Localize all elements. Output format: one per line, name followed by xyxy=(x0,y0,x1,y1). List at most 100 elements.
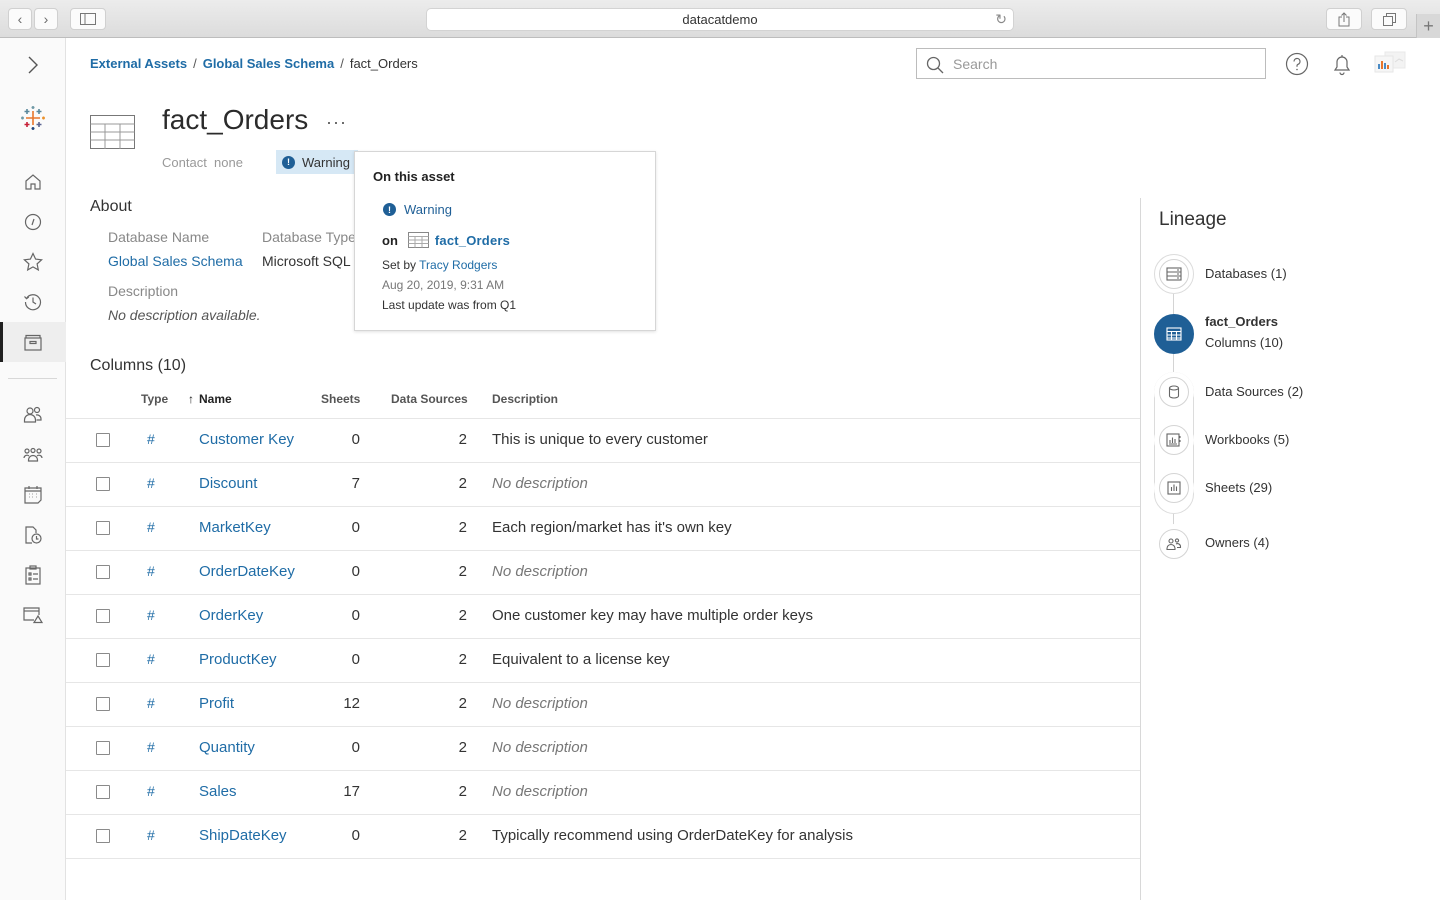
table-row[interactable]: # MarketKey 0 2 Each region/market has it's … xyxy=(66,507,1140,551)
row-checkbox[interactable] xyxy=(96,565,110,579)
header-data-sources[interactable]: Data Sources xyxy=(391,392,468,406)
address-bar[interactable]: datacatdemo ↻ xyxy=(426,8,1014,31)
row-checkbox[interactable] xyxy=(96,653,110,667)
lineage-owners-link[interactable]: Owners (4) xyxy=(1205,535,1269,550)
column-name-link[interactable]: Discount xyxy=(199,475,257,492)
lineage-data-sources-link[interactable]: Data Sources (2) xyxy=(1205,384,1303,399)
help-button[interactable] xyxy=(1285,52,1309,76)
set-by-user-link[interactable]: Tracy Rodgers xyxy=(419,258,497,272)
row-checkbox[interactable] xyxy=(96,477,110,491)
row-checkbox[interactable] xyxy=(96,697,110,711)
table-row[interactable]: # ProductKey 0 2 Equivalent to a license key xyxy=(66,639,1140,683)
nav-favorites[interactable] xyxy=(0,242,66,282)
column-name-link[interactable]: OrderDateKey xyxy=(199,563,295,580)
table-row[interactable]: # Profit 12 2 No description xyxy=(66,683,1140,727)
column-name-link[interactable]: Sales xyxy=(199,783,237,800)
sidebar-toggle-button[interactable] xyxy=(70,8,106,30)
user-avatar[interactable] xyxy=(1373,50,1409,78)
row-checkbox[interactable] xyxy=(96,785,110,799)
breadcrumb-external-assets[interactable]: External Assets xyxy=(90,56,187,71)
nav-home[interactable] xyxy=(0,162,66,202)
popover-set-by: Set by Tracy Rodgers xyxy=(382,258,497,272)
share-icon xyxy=(1338,11,1350,26)
nav-external-assets[interactable] xyxy=(0,322,66,362)
nav-explore[interactable] xyxy=(0,202,66,242)
breadcrumb-global-sales-schema[interactable]: Global Sales Schema xyxy=(203,56,335,71)
nav-groups[interactable] xyxy=(0,435,66,475)
warning-popover: On this asset ! Warning on fact_Orders S… xyxy=(354,151,656,331)
forward-button[interactable]: › xyxy=(34,8,58,30)
column-description: One customer key may have multiple order… xyxy=(492,607,813,624)
numeric-type-icon: # xyxy=(147,783,155,799)
lineage-node-current-table[interactable] xyxy=(1154,314,1194,354)
lineage-node-databases[interactable] xyxy=(1154,254,1194,294)
workbook-icon xyxy=(1166,433,1181,447)
bell-icon xyxy=(1333,55,1351,76)
users-icon xyxy=(1166,538,1182,551)
popover-warning-label: Warning xyxy=(404,202,452,217)
column-name-link[interactable]: Customer Key xyxy=(199,431,294,448)
column-name-link[interactable]: ProductKey xyxy=(199,651,277,668)
expand-nav-button[interactable] xyxy=(0,45,66,85)
nav-schedules[interactable] xyxy=(0,475,66,515)
column-data-sources-count: 2 xyxy=(458,475,467,492)
back-button[interactable]: ‹ xyxy=(8,8,32,30)
table-row[interactable]: # Quantity 0 2 No description xyxy=(66,727,1140,771)
share-button[interactable] xyxy=(1326,8,1362,30)
notifications-button[interactable] xyxy=(1330,52,1354,76)
row-checkbox[interactable] xyxy=(96,609,110,623)
popover-warning: ! Warning xyxy=(383,202,452,217)
header-type[interactable]: Type xyxy=(141,392,168,406)
table-row[interactable]: # Sales 17 2 No description xyxy=(66,771,1140,815)
nav-tasks[interactable] xyxy=(0,515,66,555)
tabs-overview-button[interactable] xyxy=(1371,8,1407,30)
column-data-sources-count: 2 xyxy=(458,563,467,580)
column-sheets-count: 0 xyxy=(351,651,360,668)
lineage-sheets-link[interactable]: Sheets (29) xyxy=(1205,480,1272,495)
reload-icon[interactable]: ↻ xyxy=(995,11,1007,28)
column-name-link[interactable]: ShipDateKey xyxy=(199,827,287,844)
lineage-heading: Lineage xyxy=(1159,209,1227,230)
nav-site-status[interactable] xyxy=(0,595,66,635)
numeric-type-icon: # xyxy=(147,651,155,667)
header-description[interactable]: Description xyxy=(492,392,558,406)
header-name[interactable]: Name xyxy=(199,392,232,406)
column-name-link[interactable]: OrderKey xyxy=(199,607,263,624)
tableau-logo[interactable] xyxy=(0,98,66,138)
column-name-link[interactable]: MarketKey xyxy=(199,519,271,536)
table-row[interactable]: # OrderKey 0 2 One customer key may have mul… xyxy=(66,595,1140,639)
more-actions-button[interactable]: ··· xyxy=(326,112,347,133)
sheet-chart-icon xyxy=(1167,481,1181,495)
lineage-current-columns[interactable]: Columns (10) xyxy=(1205,335,1283,350)
nav-recents[interactable] xyxy=(0,282,66,322)
lineage-databases-link[interactable]: Databases (1) xyxy=(1205,266,1287,281)
search-input[interactable]: Search xyxy=(916,48,1266,79)
table-row[interactable]: # Discount 7 2 No description xyxy=(66,463,1140,507)
row-checkbox[interactable] xyxy=(96,433,110,447)
database-name-link[interactable]: Global Sales Schema xyxy=(108,253,243,269)
table-row[interactable]: # Customer Key 0 2 This is unique to every c… xyxy=(66,419,1140,463)
row-checkbox[interactable] xyxy=(96,521,110,535)
column-name-link[interactable]: Profit xyxy=(199,695,234,712)
table-row[interactable]: # OrderDateKey 0 2 No description xyxy=(66,551,1140,595)
column-name-link[interactable]: Quantity xyxy=(199,739,255,756)
lineage-node-sheets[interactable] xyxy=(1154,468,1194,508)
popover-asset-link[interactable]: fact_Orders xyxy=(435,233,510,248)
nav-jobs[interactable] xyxy=(0,555,66,595)
lineage-node-workbooks[interactable] xyxy=(1154,420,1194,460)
lineage-node-owners[interactable] xyxy=(1154,524,1194,564)
groups-icon xyxy=(23,447,43,462)
new-tab-button[interactable]: + xyxy=(1416,14,1440,38)
numeric-type-icon: # xyxy=(147,607,155,623)
warning-badge-label: Warning xyxy=(302,154,350,170)
lineage-node-data-sources[interactable] xyxy=(1154,372,1194,412)
lineage-workbooks-link[interactable]: Workbooks (5) xyxy=(1205,432,1289,447)
description-value: No description available. xyxy=(108,307,261,323)
table-row[interactable]: # ShipDateKey 0 2 Typically recommend using … xyxy=(66,815,1140,859)
row-checkbox[interactable] xyxy=(96,829,110,843)
row-checkbox[interactable] xyxy=(96,741,110,755)
header-sheets[interactable]: Sheets xyxy=(321,392,360,406)
nav-users[interactable] xyxy=(0,395,66,435)
warning-badge[interactable]: ! Warning xyxy=(276,150,358,174)
nav-divider xyxy=(8,378,57,379)
